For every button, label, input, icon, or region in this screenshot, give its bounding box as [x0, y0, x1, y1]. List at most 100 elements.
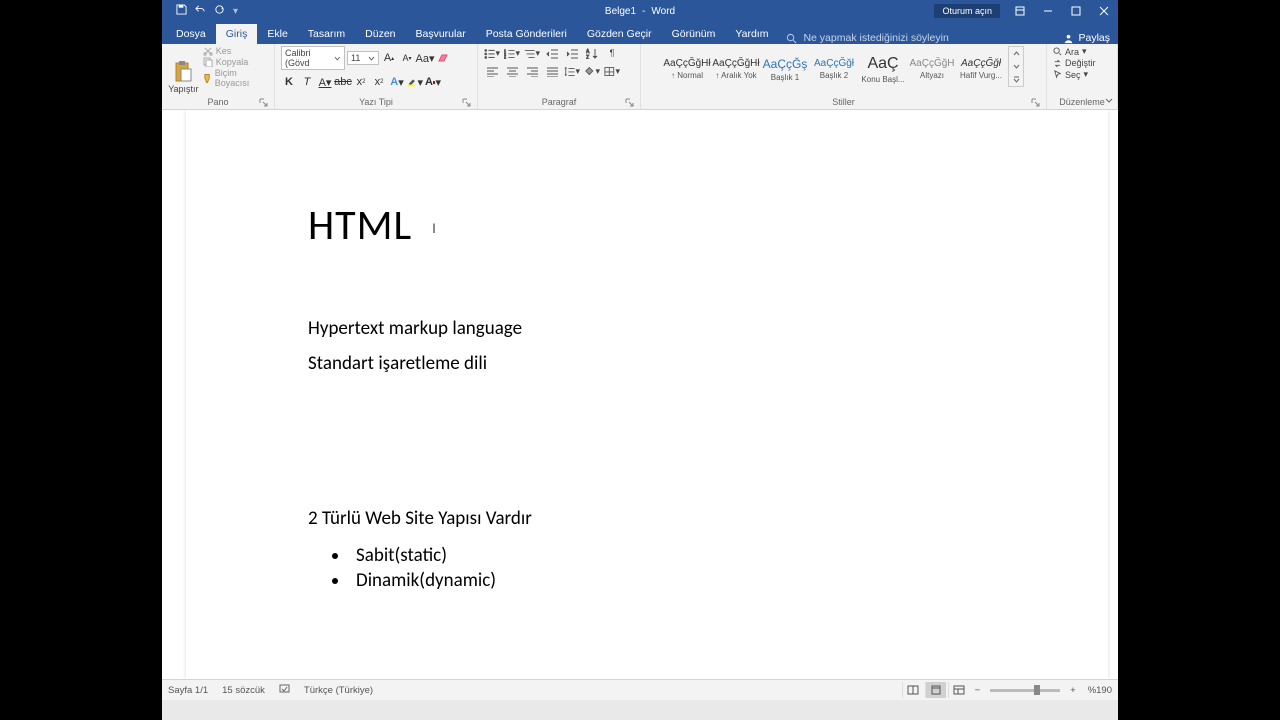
- paste-button[interactable]: Yapıştır: [168, 46, 199, 94]
- underline-button[interactable]: A▾: [317, 74, 333, 90]
- increase-indent-button[interactable]: [564, 46, 580, 60]
- sign-in-button[interactable]: Oturum açın: [934, 4, 1000, 18]
- style-scroll[interactable]: [1008, 46, 1024, 87]
- zoom-slider[interactable]: [990, 689, 1060, 692]
- grow-font-button[interactable]: A▴: [381, 50, 397, 66]
- change-case-button[interactable]: Aa▾: [417, 50, 433, 66]
- quick-access-toolbar: ▾: [162, 4, 238, 18]
- proofing-icon[interactable]: [279, 683, 290, 697]
- bold-button[interactable]: K: [281, 74, 297, 90]
- style-subtitle[interactable]: AaÇçĞğHAltyazı: [908, 46, 956, 92]
- tab-posta[interactable]: Posta Gönderileri: [476, 24, 577, 44]
- copy-button[interactable]: Kopyala: [203, 57, 268, 67]
- tab-tasarim[interactable]: Tasarım: [298, 24, 355, 44]
- multilevel-button[interactable]: ▾: [524, 46, 540, 60]
- chevron-down-icon: [334, 55, 341, 62]
- align-left-button[interactable]: [484, 64, 500, 78]
- font-name-combo[interactable]: Calibri (Gövd: [281, 46, 345, 70]
- page-indicator[interactable]: Sayfa 1/1: [168, 685, 208, 696]
- redo-icon[interactable]: [214, 4, 225, 18]
- tab-dosya[interactable]: Dosya: [166, 24, 216, 44]
- dialog-launcher-icon[interactable]: [625, 98, 634, 107]
- format-painter-button[interactable]: Biçim Boyacısı: [203, 68, 268, 88]
- align-right-button[interactable]: [524, 64, 540, 78]
- collapse-ribbon-icon[interactable]: [1104, 95, 1114, 107]
- web-layout-button[interactable]: [948, 682, 969, 698]
- group-font: Calibri (Gövd 11 A▴ A▾ Aa▾ K T A▾ abc x2…: [275, 44, 478, 109]
- subscript-button[interactable]: x2: [353, 74, 369, 90]
- style-heading2[interactable]: AaÇçĞğłBaşlık 2: [810, 46, 858, 92]
- zoom-out-button[interactable]: −: [971, 685, 985, 696]
- editing-group-label: Düzenleme: [1053, 97, 1111, 109]
- style-no-spacing[interactable]: AaÇçĞğHł↑ Aralık Yok: [712, 46, 760, 92]
- document-content[interactable]: HTMLI Hypertext markup language Standart…: [186, 110, 1108, 592]
- maximize-icon[interactable]: [1062, 0, 1090, 22]
- align-center-button[interactable]: [504, 64, 520, 78]
- print-layout-button[interactable]: [925, 682, 946, 698]
- tab-gorunum[interactable]: Görünüm: [662, 24, 726, 44]
- qat-more-icon[interactable]: ▾: [233, 6, 238, 17]
- person-icon: [1063, 33, 1074, 44]
- superscript-button[interactable]: x2: [371, 74, 387, 90]
- italic-button[interactable]: T: [299, 74, 315, 90]
- language-indicator[interactable]: Türkçe (Türkiye): [304, 685, 373, 696]
- tab-duzen[interactable]: Düzen: [355, 24, 405, 44]
- tab-giris[interactable]: Giriş: [216, 24, 258, 44]
- tell-me-search[interactable]: Ne yapmak istediğinizi söyleyin: [786, 32, 948, 44]
- style-normal[interactable]: AaÇçĞğHł↑ Normal: [663, 46, 711, 92]
- tab-basvurular[interactable]: Başvurular: [406, 24, 476, 44]
- clipboard-group-label: Pano: [168, 97, 268, 109]
- show-marks-button[interactable]: ¶: [604, 46, 620, 60]
- decrease-indent-button[interactable]: [544, 46, 560, 60]
- word-window: ▾ Belge1 - Word Oturum açın Dosya Giriş …: [162, 0, 1118, 700]
- scissors-icon: [203, 46, 213, 56]
- text-effects-button[interactable]: A▾: [389, 74, 405, 90]
- style-title[interactable]: AaÇKonu Başl...: [859, 46, 907, 92]
- more-styles-icon[interactable]: [1009, 73, 1023, 86]
- font-size-combo[interactable]: 11: [347, 51, 379, 65]
- share-button[interactable]: Paylaş: [1063, 32, 1110, 44]
- select-button[interactable]: Seç ▾: [1053, 69, 1111, 80]
- cut-button[interactable]: Kes: [203, 46, 268, 56]
- numbering-button[interactable]: 123▾: [504, 46, 520, 60]
- svg-text:3: 3: [504, 56, 506, 59]
- save-icon[interactable]: [176, 4, 187, 18]
- borders-button[interactable]: ▾: [604, 64, 620, 78]
- replace-button[interactable]: Değiştir: [1053, 58, 1111, 68]
- word-count[interactable]: 15 sözcük: [222, 685, 265, 696]
- read-mode-button[interactable]: [902, 682, 923, 698]
- chevron-up-icon[interactable]: [1009, 47, 1023, 60]
- undo-icon[interactable]: [195, 4, 206, 18]
- copy-icon: [203, 57, 213, 67]
- dialog-launcher-icon[interactable]: [462, 98, 471, 107]
- justify-button[interactable]: [544, 64, 560, 78]
- svg-text:Z: Z: [586, 55, 589, 59]
- font-color-button[interactable]: A▾: [425, 74, 441, 90]
- tab-ekle[interactable]: Ekle: [257, 24, 297, 44]
- bullets-button[interactable]: ▾: [484, 46, 500, 60]
- line-spacing-button[interactable]: ▾: [564, 64, 580, 78]
- tab-gozden[interactable]: Gözden Geçir: [577, 24, 662, 44]
- chevron-down-icon[interactable]: [1009, 60, 1023, 73]
- strike-button[interactable]: abc: [335, 74, 351, 90]
- tab-yardim[interactable]: Yardım: [725, 24, 778, 44]
- zoom-level[interactable]: %190: [1088, 685, 1112, 696]
- clear-format-button[interactable]: [435, 50, 451, 66]
- zoom-thumb[interactable]: [1034, 685, 1040, 695]
- dialog-launcher-icon[interactable]: [259, 98, 268, 107]
- minimize-icon[interactable]: [1034, 0, 1062, 22]
- style-emphasis[interactable]: AaÇçĞğłHafif Vurg...: [957, 46, 1005, 92]
- dialog-launcher-icon[interactable]: [1031, 98, 1040, 107]
- highlight-button[interactable]: ▾: [407, 74, 423, 90]
- close-icon[interactable]: [1090, 0, 1118, 22]
- list-item: Sabit(static): [350, 544, 1108, 567]
- ribbon-options-icon[interactable]: [1006, 0, 1034, 22]
- style-heading1[interactable]: AaÇçĞşBaşlık 1: [761, 46, 809, 92]
- document-area[interactable]: HTMLI Hypertext markup language Standart…: [162, 110, 1118, 679]
- zoom-in-button[interactable]: +: [1066, 685, 1080, 696]
- shrink-font-button[interactable]: A▾: [399, 50, 415, 66]
- find-button[interactable]: Ara ▾: [1053, 46, 1111, 57]
- shading-button[interactable]: ▾: [584, 64, 600, 78]
- group-clipboard: Yapıştır Kes Kopyala Biçim Boyacısı Pano: [162, 44, 275, 109]
- sort-button[interactable]: AZ: [584, 46, 600, 60]
